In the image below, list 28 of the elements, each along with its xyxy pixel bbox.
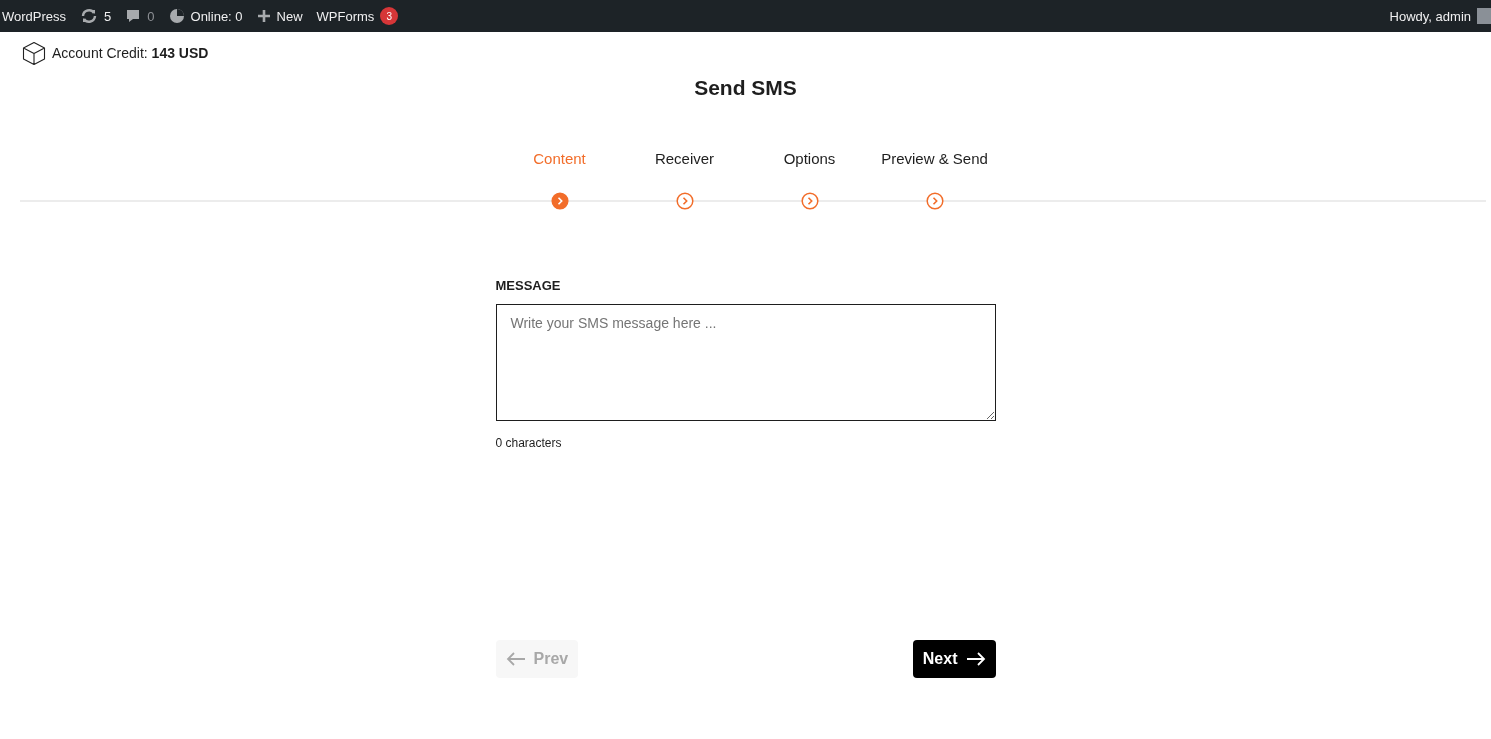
- speech-bubble-icon: [125, 8, 142, 24]
- admin-bar-item[interactable]: 5: [78, 0, 118, 32]
- character-count: 0 characters: [495, 436, 563, 450]
- chevron-circle-icon: [925, 192, 944, 210]
- step-tab[interactable]: Preview & Send: [872, 150, 997, 210]
- arrow-left-icon: [505, 652, 526, 666]
- refresh-icon: [80, 8, 99, 24]
- admin-bar-item[interactable]: New: [254, 0, 309, 32]
- chevron-circle-icon: [550, 192, 569, 210]
- step-tab[interactable]: Receiver: [622, 150, 747, 210]
- cube-icon: [22, 40, 46, 66]
- plus-icon: [256, 9, 271, 23]
- message-field[interactable]: Write your SMS message here ...: [495, 304, 996, 421]
- admin-bar-item[interactable]: Online: 0: [166, 0, 249, 32]
- page-title: Send SMS: [693, 76, 798, 101]
- message-label: MESSAGE: [495, 278, 562, 295]
- admin-bar-item[interactable]: WPForms 3: [314, 0, 405, 32]
- chevron-circle-icon: [800, 192, 819, 210]
- pie-chart-icon: [168, 8, 185, 24]
- account-menu[interactable]: Howdy, admin: [1387, 0, 1491, 32]
- avatar-placeholder: [1477, 8, 1491, 24]
- admin-bar-item[interactable]: WordPress: [0, 0, 73, 32]
- step-tab[interactable]: Options: [747, 150, 872, 210]
- arrow-right-icon: [965, 652, 986, 666]
- next-button[interactable]: Next: [912, 640, 996, 678]
- count-badge: 3: [380, 7, 399, 25]
- chevron-circle-icon: [675, 192, 694, 210]
- account-credit-text: Account Credit: 143 USD: [52, 45, 209, 61]
